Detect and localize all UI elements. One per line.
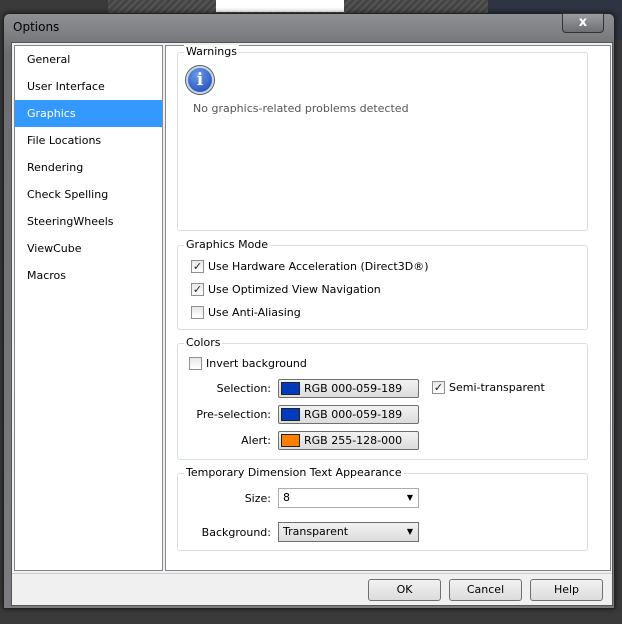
desktop-background-window [216,0,344,12]
sidebar-item-rendering[interactable]: Rendering [15,154,162,181]
dialog-title: Options [13,20,60,34]
background-dropdown[interactable]: Transparent ▼ [278,522,419,542]
selection-label: Selection: [216,382,271,395]
alert-color-button[interactable]: RGB 255-128-000 [278,431,419,450]
checkbox-label: Use Anti-Aliasing [208,306,301,319]
background-label: Background: [201,526,271,539]
checkbox-label: Invert background [206,357,307,370]
sidebar-item-user-interface[interactable]: User Interface [15,73,162,100]
cancel-button[interactable]: Cancel [449,579,522,601]
alert-label: Alert: [241,434,271,447]
semi-transparent-checkbox[interactable]: ✓ Semi-transparent [432,381,545,394]
preselection-color-button[interactable]: RGB 000-059-189 [278,405,419,424]
background-value: Transparent [283,525,349,538]
chevron-down-icon: ▼ [406,493,413,502]
checkbox-unchecked-icon [189,357,202,370]
warnings-title: Warnings [184,45,239,58]
optimized-navigation-checkbox[interactable]: ✓ Use Optimized View Navigation [191,283,381,296]
sidebar-item-file-locations[interactable]: File Locations [15,127,162,154]
checkbox-unchecked-icon [191,306,204,319]
anti-aliasing-checkbox[interactable]: Use Anti-Aliasing [191,306,301,319]
checkbox-checked-icon: ✓ [432,381,445,394]
graphics-mode-group: Graphics Mode ✓ Use Hardware Acceleration… [177,238,588,330]
warnings-group: Warnings i No graphics-related problems … [177,45,588,231]
size-dropdown[interactable]: 8 ▼ [278,488,419,508]
warnings-message: No graphics-related problems detected [193,102,409,115]
dialog-client: General User Interface Graphics File Loc… [11,42,613,606]
sidebar-item-steeringwheels[interactable]: SteeringWheels [15,208,162,235]
preselection-color-swatch [281,408,300,421]
checkbox-label: Use Hardware Acceleration (Direct3D®) [208,260,429,273]
preselection-label: Pre-selection: [196,408,271,421]
hardware-acceleration-checkbox[interactable]: ✓ Use Hardware Acceleration (Direct3D®) [191,260,429,273]
selection-color-button[interactable]: RGB 000-059-189 [278,379,419,398]
help-button[interactable]: Help [530,579,603,601]
size-label: Size: [244,492,271,505]
size-value: 8 [283,491,290,504]
sidebar-item-check-spelling[interactable]: Check Spelling [15,181,162,208]
checkbox-label: Use Optimized View Navigation [208,283,381,296]
checkbox-checked-icon: ✓ [191,283,204,296]
category-list: General User Interface Graphics File Loc… [14,45,163,571]
temp-dimension-group: Temporary Dimension Text Appearance Size… [177,466,588,551]
alert-color-value: RGB 255-128-000 [304,434,403,447]
info-icon: i [186,66,214,94]
colors-title: Colors [184,336,223,349]
sidebar-item-viewcube[interactable]: ViewCube [15,235,162,262]
selection-color-swatch [281,382,300,395]
graphics-panel: Warnings i No graphics-related problems … [165,45,611,571]
checkbox-checked-icon: ✓ [191,260,204,273]
options-dialog: Options x General User Interface Graphic… [3,13,615,609]
colors-group: Colors Invert background Selection: RGB … [177,336,588,460]
invert-background-checkbox[interactable]: Invert background [189,357,307,370]
sidebar-item-general[interactable]: General [15,46,162,73]
temp-dimension-title: Temporary Dimension Text Appearance [184,466,404,479]
chevron-down-icon: ▼ [406,527,413,536]
sidebar-item-macros[interactable]: Macros [15,262,162,289]
ok-button[interactable]: OK [368,579,441,601]
sidebar-item-graphics[interactable]: Graphics [15,100,162,127]
preselection-color-value: RGB 000-059-189 [304,408,403,421]
dialog-footer: OK Cancel Help [12,573,612,605]
selection-color-value: RGB 000-059-189 [304,382,403,395]
checkbox-label: Semi-transparent [449,381,545,394]
close-button[interactable]: x [562,13,604,33]
graphics-mode-title: Graphics Mode [184,238,271,251]
alert-color-swatch [281,434,300,447]
